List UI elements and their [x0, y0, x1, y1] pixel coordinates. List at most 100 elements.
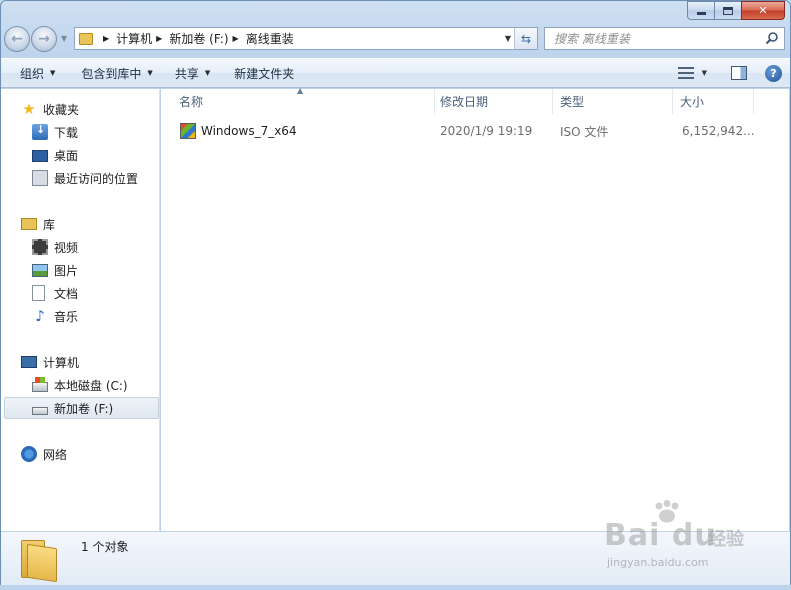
nav-local-disk-c[interactable]: 本地磁盘 (C:) — [32, 374, 128, 396]
chevron-down-icon: ▼ — [50, 69, 56, 77]
folder-icon — [79, 32, 93, 45]
nav-music-label: 音乐 — [54, 309, 79, 324]
address-history-dropdown[interactable]: ▼ — [505, 34, 511, 43]
refresh-icon: ⇆ — [520, 31, 532, 46]
preview-pane-icon[interactable] — [731, 66, 747, 80]
organize-menu[interactable]: 组织 ▼ — [10, 61, 65, 85]
nav-network-label: 网络 — [43, 447, 68, 462]
library-icon — [21, 218, 37, 230]
new-folder-button[interactable]: 新建文件夹 — [224, 61, 304, 85]
details-pane: 1 个对象 — [1, 531, 790, 585]
share-label: 共享 — [174, 66, 199, 81]
video-icon — [32, 239, 48, 255]
chevron-right-icon[interactable]: ▶ — [156, 34, 162, 43]
nav-recent-places-label: 最近访问的位置 — [54, 171, 139, 186]
maximize-button[interactable] — [714, 1, 741, 20]
column-header-name[interactable]: 名称 — [171, 89, 435, 114]
minimize-icon — [696, 12, 706, 15]
nav-local-disk-c-label: 本地磁盘 (C:) — [54, 378, 128, 393]
computer-icon — [21, 356, 37, 368]
nav-favorites[interactable]: ★ 收藏夹 — [21, 98, 79, 120]
organize-label: 组织 — [20, 66, 45, 81]
star-icon: ★ — [22, 100, 36, 118]
command-bar: 组织 ▼ 包含到库中 ▼ 共享 ▼ 新建文件夹 ▼ ? — [1, 58, 790, 88]
view-options-dropdown[interactable]: ▼ — [702, 69, 707, 77]
column-header-type-label: 类型 — [560, 95, 585, 109]
breadcrumb-computer[interactable]: 计算机 — [116, 30, 152, 47]
nav-recent-places[interactable]: 最近访问的位置 — [32, 167, 138, 189]
nav-downloads[interactable]: 下载 — [32, 121, 78, 143]
nav-computer-label: 计算机 — [43, 355, 80, 370]
file-size-cell: 6,152,942... — [682, 124, 755, 138]
nav-pictures-label: 图片 — [54, 263, 79, 278]
document-icon — [32, 285, 45, 301]
share-menu[interactable]: 共享 ▼ — [165, 61, 220, 85]
file-row[interactable]: Windows_7_x64 2020/1/9 19:19 ISO 文件 6,15… — [161, 120, 789, 142]
item-count: 1 个对象 — [81, 540, 129, 554]
search-icon[interactable] — [765, 31, 779, 45]
drive-icon — [32, 406, 48, 415]
forward-arrow-icon: → — [38, 31, 50, 47]
file-name: Windows_7_x64 — [201, 124, 297, 138]
window-bottom-border — [0, 585, 791, 590]
new-folder-label: 新建文件夹 — [234, 66, 295, 81]
folder-icon — [21, 540, 59, 583]
nav-videos[interactable]: 视频 — [32, 236, 78, 258]
breadcrumb-drive-f[interactable]: 新加卷 (F:) — [169, 30, 228, 47]
picture-icon — [32, 263, 48, 277]
column-header-date-modified[interactable]: 修改日期 — [432, 89, 553, 114]
nav-favorites-label: 收藏夹 — [43, 102, 80, 117]
nav-network[interactable]: 网络 — [21, 443, 67, 465]
search-box[interactable]: 搜索 离线重装 — [544, 27, 785, 50]
nav-pictures[interactable]: 图片 — [32, 259, 78, 281]
network-icon — [21, 446, 37, 462]
refresh-button[interactable]: ⇆ — [514, 28, 537, 49]
forward-button[interactable]: → — [31, 26, 57, 52]
close-icon: ✕ — [758, 4, 768, 17]
navigation-row: ← → ▼ ▶ 计算机 ▶ 新加卷 (F:) ▶ 离线重装 ▼ ⇆ 搜索 离线重… — [4, 24, 785, 52]
column-header-size-label: 大小 — [680, 95, 705, 109]
iso-file-icon — [180, 123, 196, 139]
include-in-library-label: 包含到库中 — [81, 66, 142, 81]
system-drive-icon — [32, 377, 48, 392]
nav-downloads-label: 下载 — [54, 125, 79, 140]
include-in-library-menu[interactable]: 包含到库中 ▼ — [71, 61, 162, 85]
file-list: ▲ 名称 修改日期 类型 大小 Windows_7_x64 2020/1/9 1… — [161, 86, 789, 531]
search-input[interactable]: 搜索 离线重装 — [554, 30, 630, 47]
address-bar[interactable]: ▶ 计算机 ▶ 新加卷 (F:) ▶ 离线重装 ▼ ⇆ — [74, 27, 538, 50]
nav-videos-label: 视频 — [54, 240, 79, 255]
nav-documents-label: 文档 — [54, 286, 79, 301]
help-icon[interactable]: ? — [765, 64, 782, 82]
change-view-icon[interactable] — [677, 67, 694, 79]
caption-buttons: ✕ — [687, 1, 785, 20]
back-arrow-icon: ← — [11, 31, 23, 47]
nav-drive-f[interactable]: 新加卷 (F:) — [4, 397, 159, 419]
nav-music[interactable]: ♪ 音乐 — [32, 305, 78, 327]
nav-drive-f-label: 新加卷 (F:) — [54, 401, 114, 416]
nav-libraries-label: 库 — [43, 217, 56, 232]
nav-desktop[interactable]: 桌面 — [32, 144, 78, 166]
minimize-button[interactable] — [687, 1, 714, 20]
nav-desktop-label: 桌面 — [54, 148, 79, 163]
file-modified-cell: 2020/1/9 19:19 — [440, 124, 533, 138]
nav-libraries[interactable]: 库 — [21, 213, 55, 235]
column-header-size[interactable]: 大小 — [672, 89, 754, 114]
view-controls: ▼ ? — [677, 59, 790, 87]
chevron-down-icon: ▼ — [147, 69, 153, 77]
navigation-pane: ★ 收藏夹 下载 桌面 最近访问的位置 库 视频 图片 文档 ♪ 音乐 计算机 … — [1, 89, 160, 531]
nav-computer[interactable]: 计算机 — [21, 351, 79, 373]
chevron-right-icon[interactable]: ▶ — [233, 34, 239, 43]
back-button[interactable]: ← — [4, 26, 30, 52]
column-header-date-label: 修改日期 — [440, 95, 489, 109]
downloads-folder-icon — [32, 123, 48, 140]
close-button[interactable]: ✕ — [741, 1, 785, 20]
breadcrumb-current-folder[interactable]: 离线重装 — [246, 30, 294, 47]
nav-documents[interactable]: 文档 — [32, 282, 78, 304]
chevron-down-icon: ▼ — [204, 69, 211, 77]
file-type-cell: ISO 文件 — [560, 124, 609, 139]
maximize-icon — [723, 6, 733, 15]
file-name-cell[interactable]: Windows_7_x64 — [180, 120, 297, 142]
column-header-type[interactable]: 类型 — [552, 89, 673, 114]
chevron-right-icon[interactable]: ▶ — [103, 34, 109, 43]
recent-pages-dropdown[interactable]: ▼ — [61, 34, 67, 43]
